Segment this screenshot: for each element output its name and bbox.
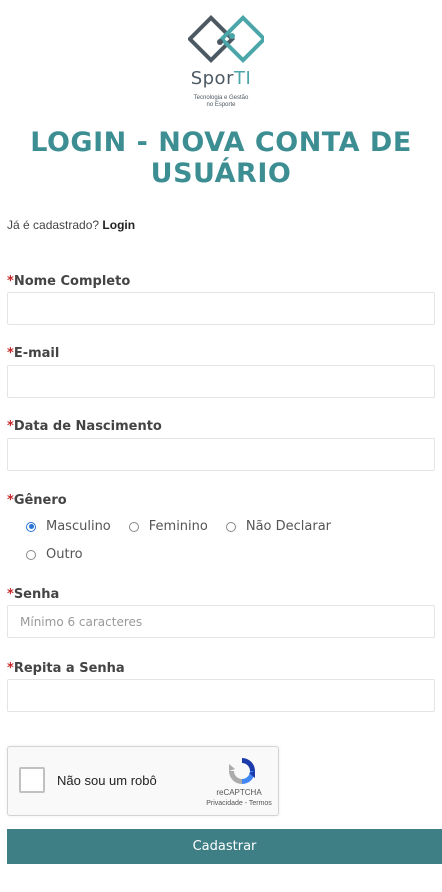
required-mark: *	[7, 493, 14, 508]
required-mark: *	[7, 419, 14, 434]
sporti-logo-icon	[188, 14, 264, 64]
email-input[interactable]	[7, 365, 435, 398]
required-mark: *	[7, 587, 14, 602]
email-label: *E-mail	[7, 346, 60, 361]
recaptcha-brand: reCAPTCHA	[216, 788, 262, 797]
login-link[interactable]: Login	[102, 218, 135, 232]
recaptcha-logo-icon	[229, 758, 255, 784]
password-input[interactable]	[7, 605, 435, 638]
password-repeat-label: *Repita a Senha	[7, 661, 125, 676]
required-mark: *	[7, 346, 14, 361]
required-mark: *	[7, 661, 14, 676]
recaptcha-checkbox[interactable]	[19, 767, 45, 793]
recaptcha-widget: Não sou um robô reCAPTCHA Privacidade - …	[7, 746, 279, 816]
gender-option-feminino[interactable]: Feminino	[128, 519, 208, 534]
logo-text: SporTI	[190, 68, 252, 89]
logo-tagline-2: no Esporte	[206, 102, 236, 108]
radio-unchecked-icon[interactable]	[26, 549, 36, 560]
gender-options-row-1: Masculino Feminino Não Declarar	[26, 519, 349, 534]
gender-options-row-2: Outro	[26, 547, 101, 562]
full-name-label: *Nome Completo	[7, 274, 131, 289]
already-registered-text: Já é cadastrado?	[7, 218, 100, 232]
password-repeat-input[interactable]	[7, 679, 435, 712]
password-label: *Senha	[7, 587, 60, 602]
required-mark: *	[7, 274, 14, 289]
gender-option-outro[interactable]: Outro	[26, 547, 83, 562]
full-name-input[interactable]	[7, 292, 435, 325]
radio-checked-icon[interactable]	[26, 521, 36, 532]
gender-option-masculino[interactable]: Masculino	[26, 519, 111, 534]
logo-tagline-1: Tecnologia e Gestão	[193, 95, 249, 101]
logo: SporTI Tecnologia e Gestão no Esporte	[0, 8, 442, 108]
gender-label: *Gênero	[7, 493, 67, 508]
birth-date-input[interactable]	[7, 438, 435, 471]
register-button[interactable]: Cadastrar	[7, 829, 442, 864]
recaptcha-links[interactable]: Privacidade - Termos	[198, 800, 280, 807]
already-registered: Já é cadastrado? Login	[7, 218, 135, 232]
radio-unchecked-icon[interactable]	[225, 521, 236, 532]
page-title: LOGIN - NOVA CONTA DE USUÁRIO	[30, 127, 412, 189]
recaptcha-label: Não sou um robô	[57, 773, 157, 788]
radio-unchecked-icon[interactable]	[128, 521, 139, 532]
birth-date-label: *Data de Nascimento	[7, 419, 162, 434]
gender-option-nao-declarar[interactable]: Não Declarar	[225, 519, 331, 534]
